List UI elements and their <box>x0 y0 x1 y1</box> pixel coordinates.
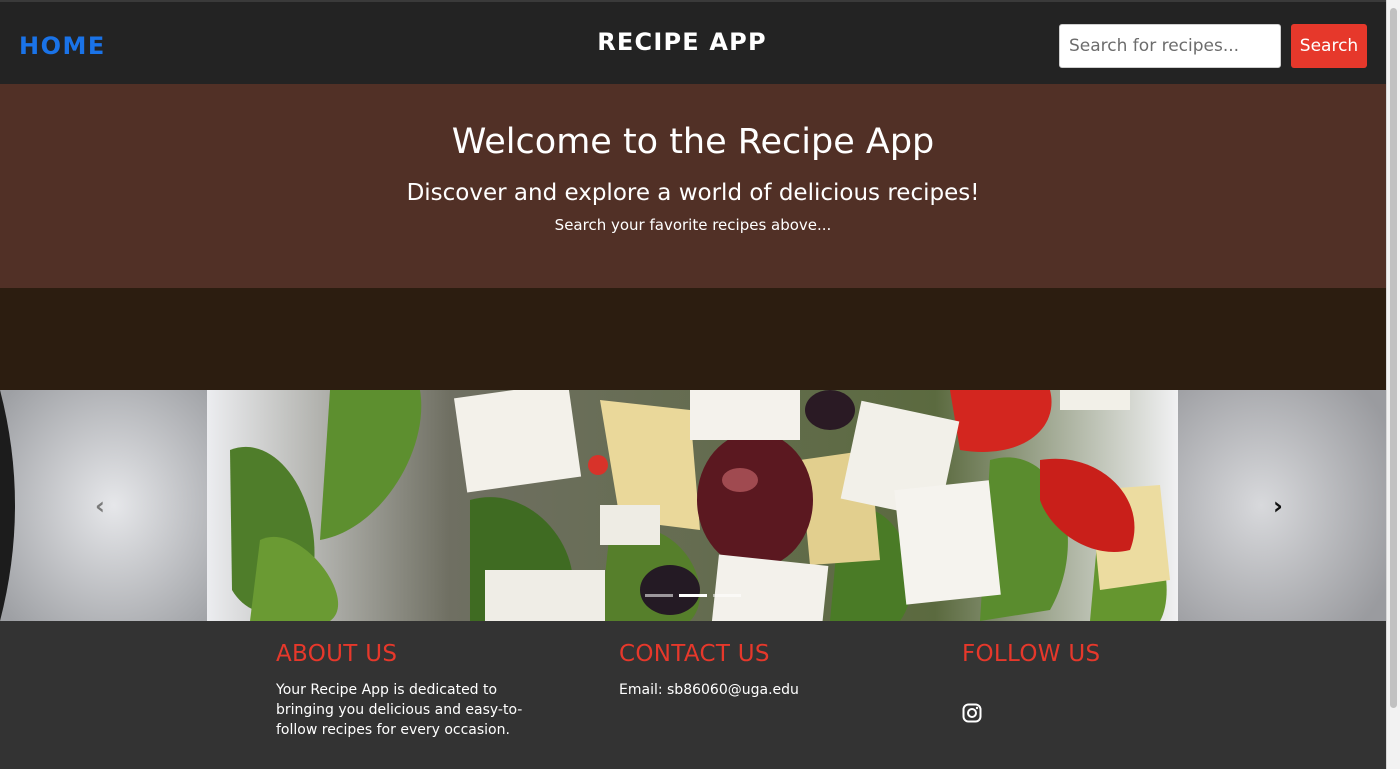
hero-hint: Search your favorite recipes above... <box>554 216 832 234</box>
contact-section: CONTACT US Email: sb86060@uga.edu <box>619 641 869 700</box>
chevron-left-icon: ‹ <box>95 492 105 520</box>
carousel-indicators <box>645 594 745 598</box>
vertical-scrollbar[interactable] <box>1386 0 1400 769</box>
page: HOME RECIPE APP Search Welcome to the Re… <box>0 0 1386 769</box>
instagram-icon[interactable] <box>962 703 982 723</box>
contact-heading: CONTACT US <box>619 641 770 667</box>
contact-email[interactable]: Email: sb86060@uga.edu <box>619 680 869 700</box>
hero-title: Welcome to the Recipe App <box>451 122 935 162</box>
footer: ABOUT US Your Recipe App is dedicated to… <box>0 621 1386 769</box>
follow-heading: FOLLOW US <box>962 641 1101 667</box>
hero-banner: Welcome to the Recipe App Discover and e… <box>0 84 1386 288</box>
follow-section: FOLLOW US <box>962 641 1212 741</box>
search-input[interactable] <box>1059 24 1281 68</box>
about-heading: ABOUT US <box>276 641 398 667</box>
search-button[interactable]: Search <box>1291 24 1367 68</box>
carousel-indicator-2[interactable] <box>679 594 707 597</box>
dark-band <box>0 288 1386 390</box>
carousel-next-button[interactable]: › <box>1178 390 1385 621</box>
carousel-prev-button[interactable]: ‹ <box>0 390 207 621</box>
scrollbar-thumb[interactable] <box>1390 8 1397 708</box>
about-text: Your Recipe App is dedicated to bringing… <box>276 682 523 738</box>
carousel-indicator-1[interactable] <box>645 594 673 597</box>
carousel-indicator-3[interactable] <box>713 594 741 597</box>
about-section: ABOUT US Your Recipe App is dedicated to… <box>276 641 526 740</box>
navbar: HOME RECIPE APP Search <box>0 0 1386 84</box>
recipe-carousel: ‹ › <box>0 390 1386 621</box>
hero-subtitle: Discover and explore a world of deliciou… <box>406 180 980 206</box>
chevron-right-icon: › <box>1273 492 1283 520</box>
